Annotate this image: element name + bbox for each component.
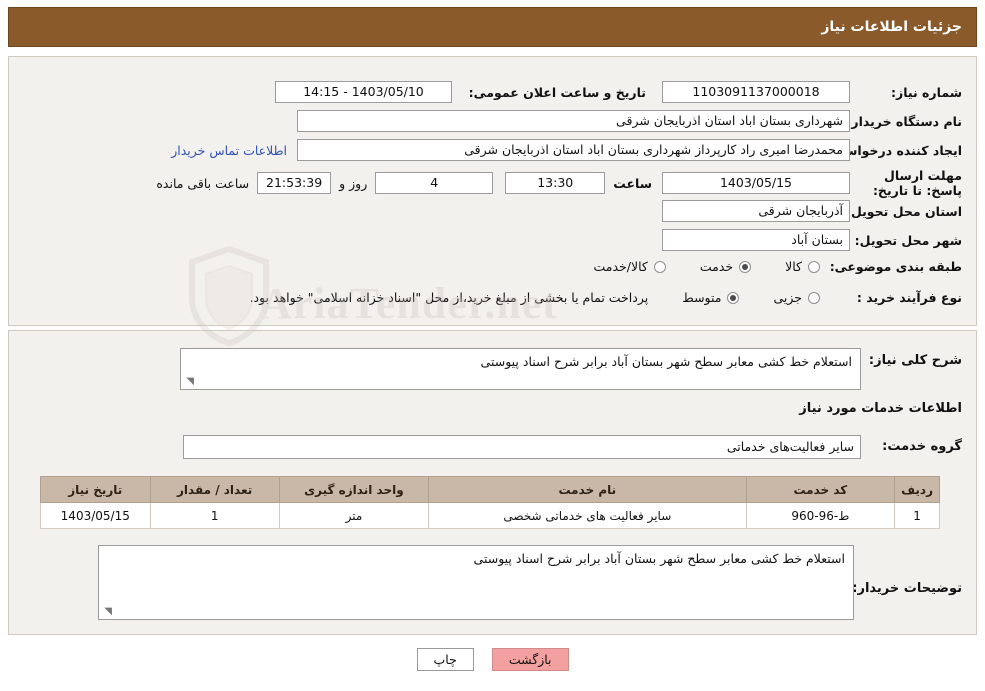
category-option-kala-khedmat[interactable]: کالا/خدمت (593, 259, 666, 274)
category-option-khedmat[interactable]: خدمت (699, 259, 752, 274)
hour-label: ساعت (613, 175, 652, 191)
cell-unit: متر (278, 502, 430, 529)
buyer-notes-box[interactable]: استعلام خط کشی معابر سطح شهر بستان آباد … (98, 545, 854, 620)
province-label: استان محل تحویل: (845, 203, 962, 219)
category-row: طبقه بندی موضوعی: کالا خدمت کالا/خدمت (593, 259, 962, 274)
cell-name: سایر فعالیت های خدماتی شخصی (428, 502, 747, 529)
deadline-row: مهلت ارسال پاسخ: تا تاریخ: 1403/05/15 سا… (156, 168, 962, 198)
resize-handle-icon[interactable]: ◥ (184, 377, 194, 387)
services-info-title: اطلاعات خدمات مورد نیاز (799, 401, 962, 416)
deadline-time-value: 13:30 (505, 172, 606, 194)
city-row: شهر محل تحویل: بستان آباد (662, 229, 962, 251)
city-label: شهر محل تحویل: (854, 232, 962, 248)
process-option-motevaset-label: متوسط (682, 290, 722, 305)
public-announce-row: تاریخ و ساعت اعلان عمومی: 1403/05/10 - 1… (275, 81, 646, 103)
services-table: ردیف کد خدمت نام خدمت واحد اندازه گیری ت… (40, 476, 940, 529)
th-quantity: تعداد / مقدار (149, 476, 280, 503)
th-code: کد خدمت (745, 476, 896, 503)
process-option-jozi-label: جزیی (773, 290, 802, 305)
service-group-label: گروه خدمت: (882, 439, 962, 454)
cell-quantity: 1 (149, 502, 280, 529)
public-announce-value: 1403/05/10 - 14:15 (275, 81, 452, 103)
cell-row: 1 (894, 502, 940, 529)
service-group-value: سایر فعالیت‌های خدماتی (183, 435, 861, 459)
general-desc-label: شرح کلی نیاز: (868, 353, 962, 368)
process-type-row: نوع فرآیند خرید : جزیی متوسط پرداخت تمام… (250, 290, 962, 305)
need-number-value: 1103091137000018 (662, 81, 850, 103)
days-unit-label: روز و (339, 175, 368, 191)
requester-value: محمدرضا امیری راد کارپرداز شهرداری بستان… (297, 139, 850, 161)
page-root: جزئیات اطلاعات نیاز شماره نیاز: 11030911… (0, 0, 985, 691)
buyer-org-label: نام دستگاه خریدار: (846, 113, 962, 129)
buyer-notes-value: استعلام خط کشی معابر سطح شهر بستان آباد … (473, 551, 845, 566)
category-option-khedmat-label: خدمت (699, 259, 734, 274)
resize-handle-icon[interactable]: ◥ (102, 607, 112, 617)
cell-code: ط-96-960 (745, 502, 896, 529)
radio-icon[interactable] (653, 260, 666, 273)
th-unit: واحد اندازه گیری (278, 476, 430, 503)
general-desc-box[interactable]: استعلام خط کشی معابر سطح شهر بستان آباد … (180, 348, 861, 390)
city-value: بستان آباد (662, 229, 850, 251)
need-number-row: شماره نیاز: 1103091137000018 (662, 81, 962, 103)
buyer-org-value: شهرداری بستان اباد استان اذربایجان شرقی (297, 110, 850, 132)
general-desc-value: استعلام خط کشی معابر سطح شهر بستان آباد … (480, 354, 852, 369)
radio-icon[interactable] (808, 260, 820, 273)
page-title: جزئیات اطلاعات نیاز (821, 19, 962, 35)
category-option-kala[interactable]: کالا (785, 259, 820, 274)
table-row[interactable]: 1 ط-96-960 سایر فعالیت های خدماتی شخصی م… (40, 502, 940, 529)
need-details-panel: شرح کلی نیاز: استعلام خط کشی معابر سطح ش… (8, 330, 977, 635)
table-header-row: ردیف کد خدمت نام خدمت واحد اندازه گیری ت… (40, 476, 940, 503)
category-option-kala-label: کالا (785, 259, 802, 274)
radio-icon[interactable] (739, 260, 752, 273)
page-header: جزئیات اطلاعات نیاز (8, 7, 977, 47)
buyer-org-row: نام دستگاه خریدار: شهرداری بستان اباد اس… (297, 110, 962, 132)
countdown-value: 21:53:39 (257, 172, 332, 194)
remaining-label: ساعت باقی مانده (156, 175, 250, 191)
process-type-label: نوع فرآیند خرید : (856, 290, 962, 305)
process-note: پرداخت تمام یا بخشی از مبلغ خرید،از محل … (249, 290, 649, 305)
footer-actions: بازگشت چاپ (0, 648, 985, 671)
th-date: تاریخ نیاز (40, 476, 151, 503)
print-button[interactable]: چاپ (416, 648, 474, 671)
category-label: طبقه بندی موضوعی: (829, 259, 962, 274)
radio-icon[interactable] (808, 291, 820, 304)
back-button[interactable]: بازگشت (491, 648, 569, 671)
radio-icon[interactable] (727, 291, 740, 304)
province-value: آذربایجان شرقی (662, 200, 850, 222)
public-announce-label: تاریخ و ساعت اعلان عمومی: (468, 84, 646, 100)
province-row: استان محل تحویل: آذربایجان شرقی (662, 200, 962, 222)
need-info-panel: شماره نیاز: 1103091137000018 تاریخ و ساع… (8, 56, 977, 326)
requester-row: ایجاد کننده درخواست: محمدرضا امیری راد ک… (171, 139, 962, 161)
category-option-kala-khedmat-label: کالا/خدمت (593, 259, 648, 274)
deadline-label: مهلت ارسال پاسخ: تا تاریخ: (872, 168, 962, 198)
requester-label: ایجاد کننده درخواست: (826, 142, 962, 158)
th-name: نام خدمت (428, 476, 747, 503)
process-option-motevaset[interactable]: متوسط (682, 290, 740, 305)
cell-date: 1403/05/15 (40, 502, 151, 529)
process-option-jozi[interactable]: جزیی (773, 290, 820, 305)
remaining-days-value: 4 (375, 172, 494, 194)
deadline-date-value: 1403/05/15 (662, 172, 850, 194)
th-row: ردیف (894, 476, 940, 503)
need-number-label: شماره نیاز: (891, 84, 962, 100)
buyer-notes-label: توضیحات خریدار: (852, 581, 962, 596)
buyer-contact-link[interactable]: اطلاعات تماس خریدار (171, 143, 287, 158)
